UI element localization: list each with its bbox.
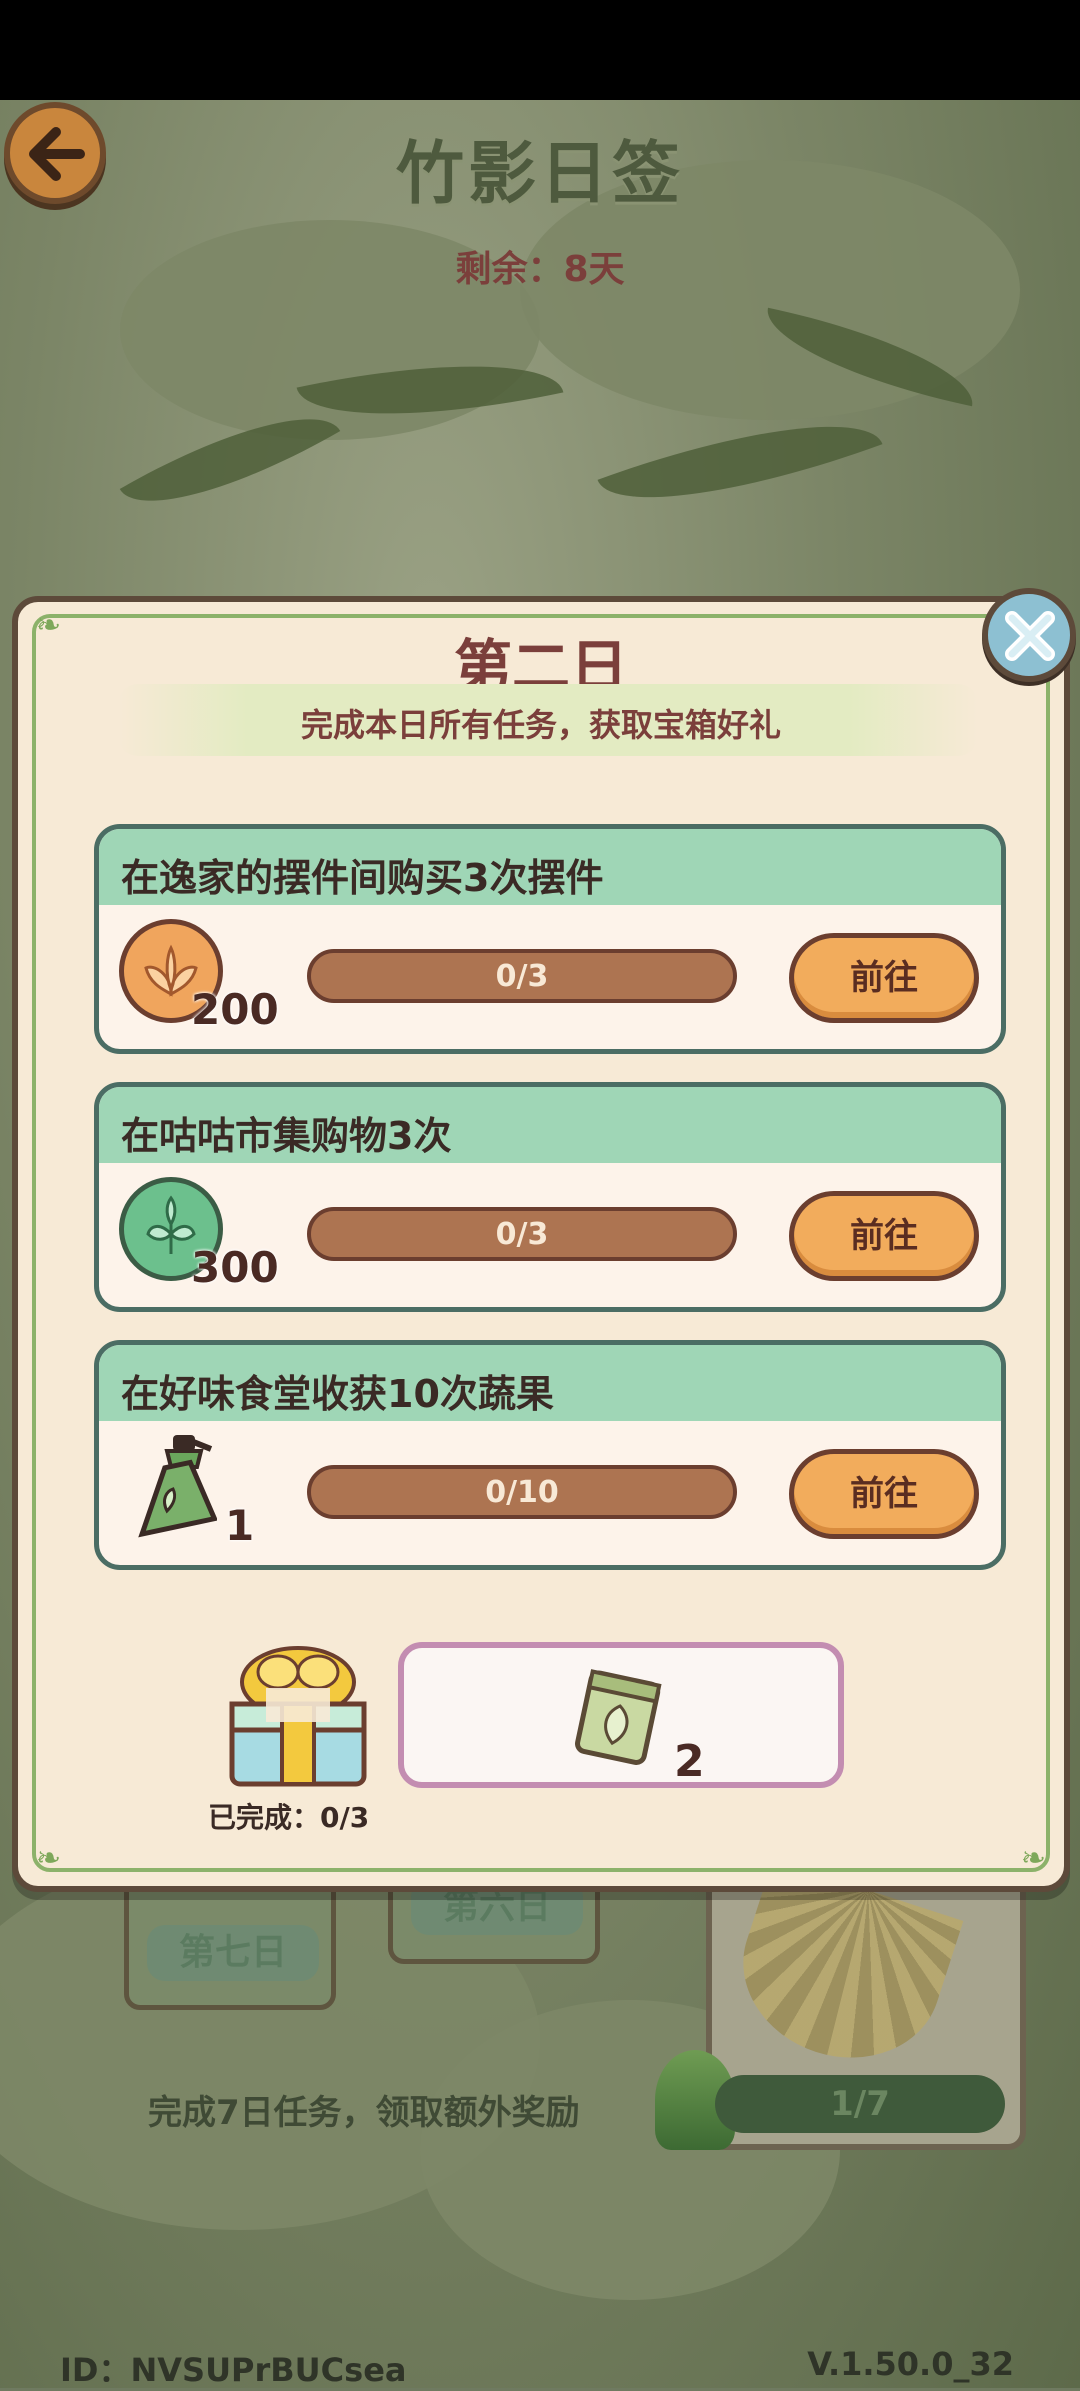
chest-reward-box: 2	[398, 1642, 844, 1788]
fertilizer-spray-icon	[127, 1431, 218, 1541]
task-progress-label: 0/3	[495, 1217, 549, 1252]
status-bar	[0, 0, 1080, 100]
task-progress-bar: 0/10	[307, 1465, 737, 1519]
day-task-modal: ❧ ❧ ❧ 第二日 完成本日所有任务，获取宝箱好礼 在逸家的摆件间购买3次摆件 …	[12, 596, 1070, 1892]
task-progress-bar: 0/3	[307, 1207, 737, 1261]
day-card-label: 第七日	[147, 1925, 319, 1981]
reward-quantity: 300	[191, 1243, 279, 1292]
page-title: 竹影日签	[395, 135, 684, 214]
player-id: ID：NVSUPrBUCsea	[60, 2351, 407, 2389]
vine-corner-icon: ❧	[1020, 1841, 1046, 1876]
chest-reward-quantity: 2	[674, 1736, 705, 1787]
task-title: 在逸家的摆件间购买3次摆件	[121, 856, 604, 900]
task-card: 在咕咕市集购物3次 300 0/3 前往	[94, 1082, 1006, 1312]
task-progress-bar: 0/3	[307, 949, 737, 1003]
remaining-days: 剩余：8天	[455, 249, 625, 290]
go-button[interactable]: 前往	[789, 933, 979, 1023]
seed-packet-icon	[574, 1666, 664, 1766]
go-button[interactable]: 前往	[789, 1449, 979, 1539]
task-card: 在好味食堂收获10次蔬果 1 0/10 前往	[94, 1340, 1006, 1570]
close-icon	[1005, 611, 1055, 661]
task-card: 在逸家的摆件间购买3次摆件 200 0/3 前往	[94, 824, 1006, 1054]
completed-count: 已完成：0/3	[208, 1801, 370, 1834]
footer-hint: 完成7日任务，领取额外奖励	[148, 2093, 580, 2133]
go-button[interactable]: 前往	[789, 1191, 979, 1281]
version-label: V.1.50.0_32	[807, 2345, 1014, 2383]
gift-box-icon[interactable]	[218, 1642, 378, 1792]
task-progress-label: 0/3	[495, 959, 549, 994]
week-progress-bar: 1/7	[715, 2075, 1005, 2133]
reward-quantity: 200	[191, 985, 279, 1034]
task-progress-label: 0/10	[485, 1475, 559, 1510]
close-button[interactable]	[982, 588, 1076, 682]
vine-corner-icon: ❧	[36, 1841, 62, 1876]
task-title: 在咕咕市集购物3次	[121, 1114, 452, 1158]
task-title: 在好味食堂收获10次蔬果	[121, 1372, 554, 1416]
umbrella-icon	[720, 1859, 964, 2083]
modal-subtitle: 完成本日所有任务，获取宝箱好礼	[300, 706, 781, 744]
reward-quantity: 1	[225, 1501, 255, 1550]
